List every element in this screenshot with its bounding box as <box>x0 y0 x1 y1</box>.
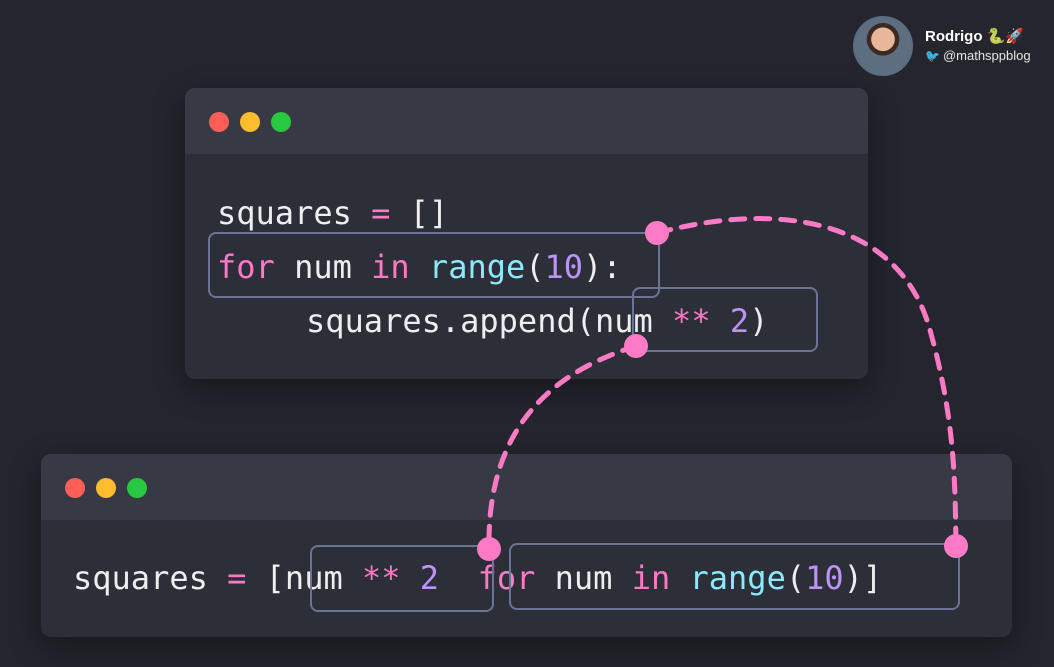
connector-dot-loop-top <box>645 221 669 245</box>
connector-overlay <box>477 216 968 561</box>
loop-connector <box>654 216 959 549</box>
connector-dot-expr-bottom <box>477 537 501 561</box>
expression-connector <box>486 343 639 551</box>
connector-dot-loop-bottom <box>944 534 968 558</box>
connector-dot-expr-top <box>624 334 648 358</box>
